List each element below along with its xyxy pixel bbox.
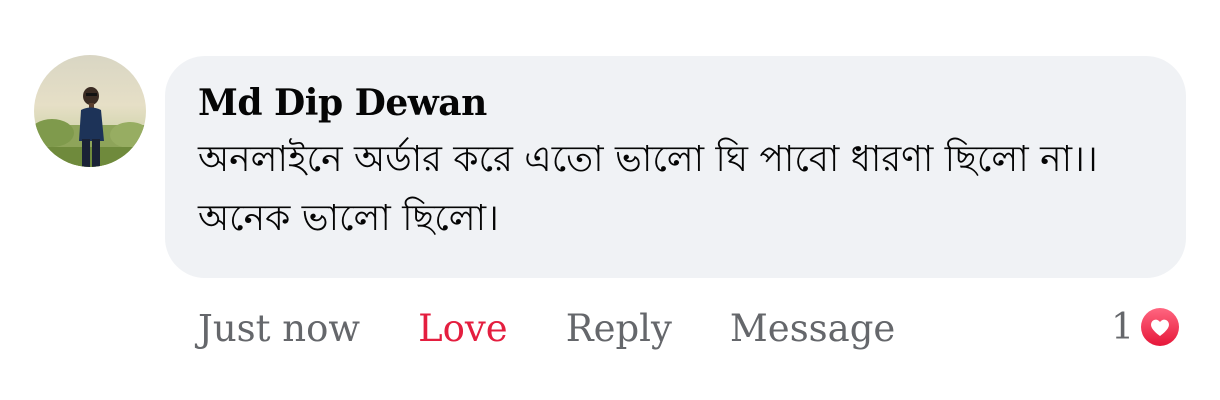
avatar[interactable] — [34, 55, 146, 167]
reaction-summary[interactable]: 1 — [1111, 302, 1182, 352]
comment: Md Dip Dewan অনলাইনে অর্ডার করে এতো ভালো… — [0, 0, 1220, 400]
reply-button[interactable]: Reply — [566, 307, 672, 350]
reaction-count: 1 — [1111, 306, 1134, 348]
message-button[interactable]: Message — [730, 307, 895, 350]
comment-author[interactable]: Md Dip Dewan — [198, 78, 1156, 128]
heart-icon — [1138, 305, 1182, 349]
comment-bubble: Md Dip Dewan অনলাইনে অর্ডার করে এতো ভালো… — [165, 56, 1186, 278]
comment-timestamp: Just now — [198, 306, 361, 350]
comment-text: অনলাইনে অর্ডার করে এতো ভালো ঘি পাবো ধারণ… — [198, 139, 1098, 239]
love-button[interactable]: Love — [418, 307, 508, 350]
comment-actions: Just now Love Reply Message — [198, 298, 953, 358]
